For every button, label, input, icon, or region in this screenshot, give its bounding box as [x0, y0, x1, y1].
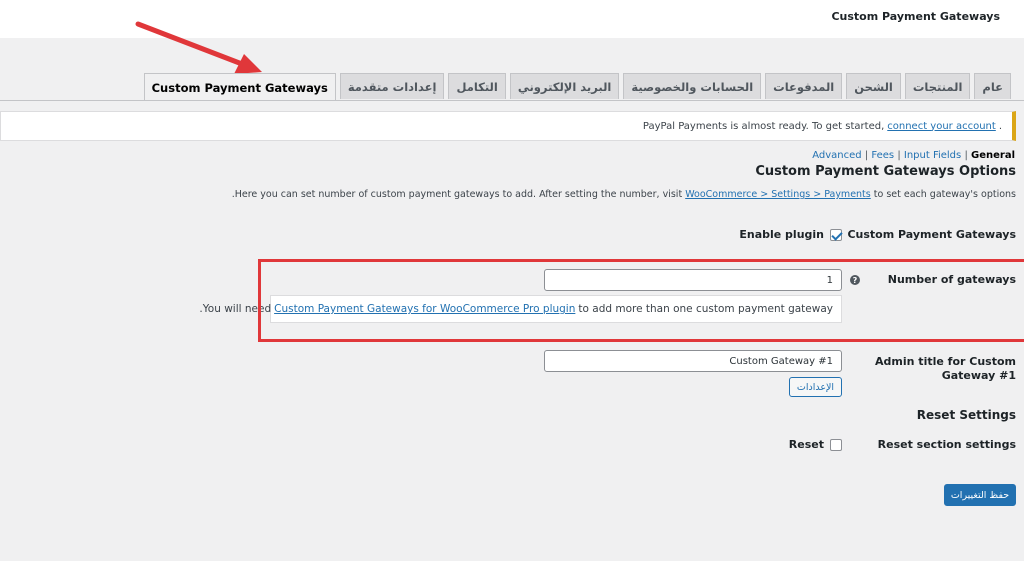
- enable-plugin-checkbox[interactable]: [830, 228, 842, 241]
- connect-account-link[interactable]: connect your account: [887, 121, 996, 132]
- tab-payments[interactable]: المدفوعات: [765, 73, 843, 99]
- tabs-divider: [0, 100, 1024, 101]
- reset-section-label: Reset section settings: [877, 438, 1016, 451]
- section-description: .Here you can set number of custom payme…: [232, 189, 1016, 200]
- admin-title-label-line1: Admin title for Custom: [875, 355, 1016, 368]
- subnav-separator: |: [964, 150, 968, 161]
- annotation-arrow-icon: [135, 21, 262, 74]
- pro-plugin-link[interactable]: Custom Payment Gateways for WooCommerce …: [274, 303, 575, 315]
- question-circle-icon[interactable]: ?: [850, 275, 860, 285]
- tab-shipping[interactable]: الشحن: [846, 73, 901, 99]
- cpg-row-label: Custom Payment Gateways: [847, 228, 1016, 241]
- settings-tabs: عام المنتجات الشحن المدفوعات الحسابات وا…: [143, 73, 1011, 101]
- notice-text: PayPal Payments is almost ready. To get …: [642, 120, 885, 132]
- reset-checkbox[interactable]: [830, 438, 842, 451]
- payments-settings-link[interactable]: WooCommerce > Settings > Payments: [685, 189, 871, 200]
- tab-emails[interactable]: البريد الإلكتروني: [509, 73, 620, 99]
- tab-accounts-privacy[interactable]: الحسابات والخصوصية: [623, 73, 762, 99]
- section-title: Custom Payment Gateways Options: [755, 164, 1016, 179]
- desc-before: Here you can set number of custom paymen…: [234, 189, 683, 200]
- tab-integration[interactable]: التكامل: [448, 73, 506, 99]
- pro-plugin-notice: . You will need Custom Payment Gateways f…: [199, 295, 842, 323]
- gateway-settings-button[interactable]: الإعدادات: [789, 377, 842, 397]
- number-of-gateways-input[interactable]: 1: [544, 269, 842, 291]
- number-of-gateways-label: Number of gateways: [887, 273, 1016, 286]
- enable-plugin-label: Enable plugin: [739, 228, 824, 241]
- subnav-advanced[interactable]: Advanced: [812, 150, 861, 161]
- desc-after: to set each gateway's options: [873, 189, 1016, 200]
- section-subnav: Advanced | Fees | Input Fields | General: [812, 150, 1015, 161]
- admin-title-label-line2: Gateway #1: [941, 369, 1016, 382]
- subnav-input-fields[interactable]: Input Fields: [904, 150, 961, 161]
- admin-title-label: Admin title for Custom Gateway #1: [875, 355, 1016, 383]
- tab-products[interactable]: المنتجات: [904, 73, 971, 99]
- subnav-separator: |: [897, 150, 901, 161]
- notice-trail: .: [998, 120, 1002, 132]
- subnav-general: General: [971, 150, 1015, 161]
- paypal-notice: PayPal Payments is almost ready. To get …: [0, 111, 1016, 141]
- pro-after: to add more than one custom payment gate…: [578, 303, 833, 315]
- subnav-separator: |: [864, 150, 869, 161]
- enable-plugin-field: Enable plugin: [739, 228, 842, 241]
- reset-settings-title: Reset Settings: [916, 408, 1016, 422]
- reset-label: Reset: [788, 438, 824, 451]
- subnav-fees[interactable]: Fees: [871, 150, 894, 161]
- save-changes-button[interactable]: حفظ التغييرات: [944, 484, 1016, 506]
- tab-advanced[interactable]: إعدادات متقدمة: [339, 73, 445, 99]
- pro-before: You will need: [202, 303, 272, 315]
- reset-field: Reset: [789, 438, 842, 451]
- admin-title-input[interactable]: Custom Gateway #1: [544, 350, 842, 372]
- tab-general[interactable]: عام: [974, 73, 1011, 99]
- page-title: Custom Payment Gateways: [831, 10, 1000, 23]
- tab-custom-payment-gateways[interactable]: Custom Payment Gateways: [143, 73, 336, 101]
